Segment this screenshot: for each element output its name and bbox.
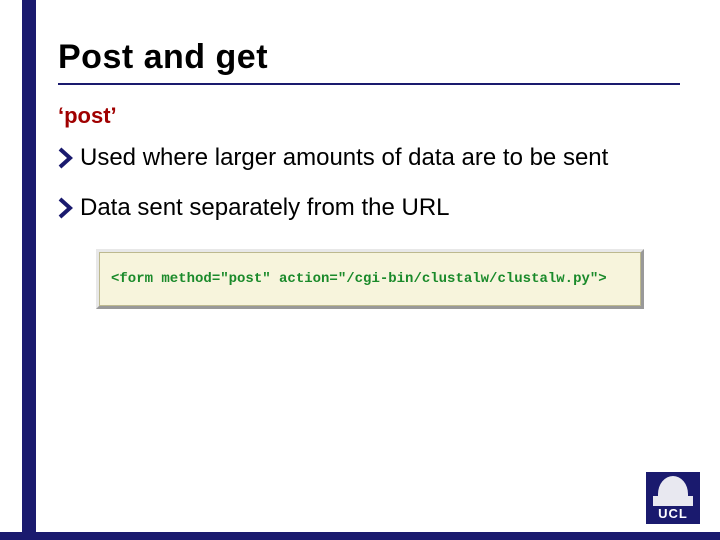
bullet-text: Data sent separately from the URL [80,193,450,223]
logo-base-icon [653,496,693,506]
logo-text: UCL [658,506,688,521]
code-snippet: <form method="post" action="/cgi-bin/clu… [111,271,607,287]
code-example-box: <form method="post" action="/cgi-bin/clu… [96,249,644,309]
chevron-bullet-icon [58,147,76,169]
chevron-bullet-icon [58,197,76,219]
bullet-list: Used where larger amounts of data are to… [58,143,680,223]
slide-title: Post and get [58,38,680,77]
bullet-text: Used where larger amounts of data are to… [80,143,608,173]
list-item: Data sent separately from the URL [58,193,680,223]
logo-dome-icon [658,476,688,498]
title-underline [58,83,680,85]
ucl-logo: UCL [646,472,700,524]
section-subhead: ‘post’ [58,103,680,129]
bottom-accent-bar [0,532,720,540]
list-item: Used where larger amounts of data are to… [58,143,680,173]
slide-content: Post and get ‘post’ Used where larger am… [58,38,680,309]
left-accent-bar [22,0,36,540]
